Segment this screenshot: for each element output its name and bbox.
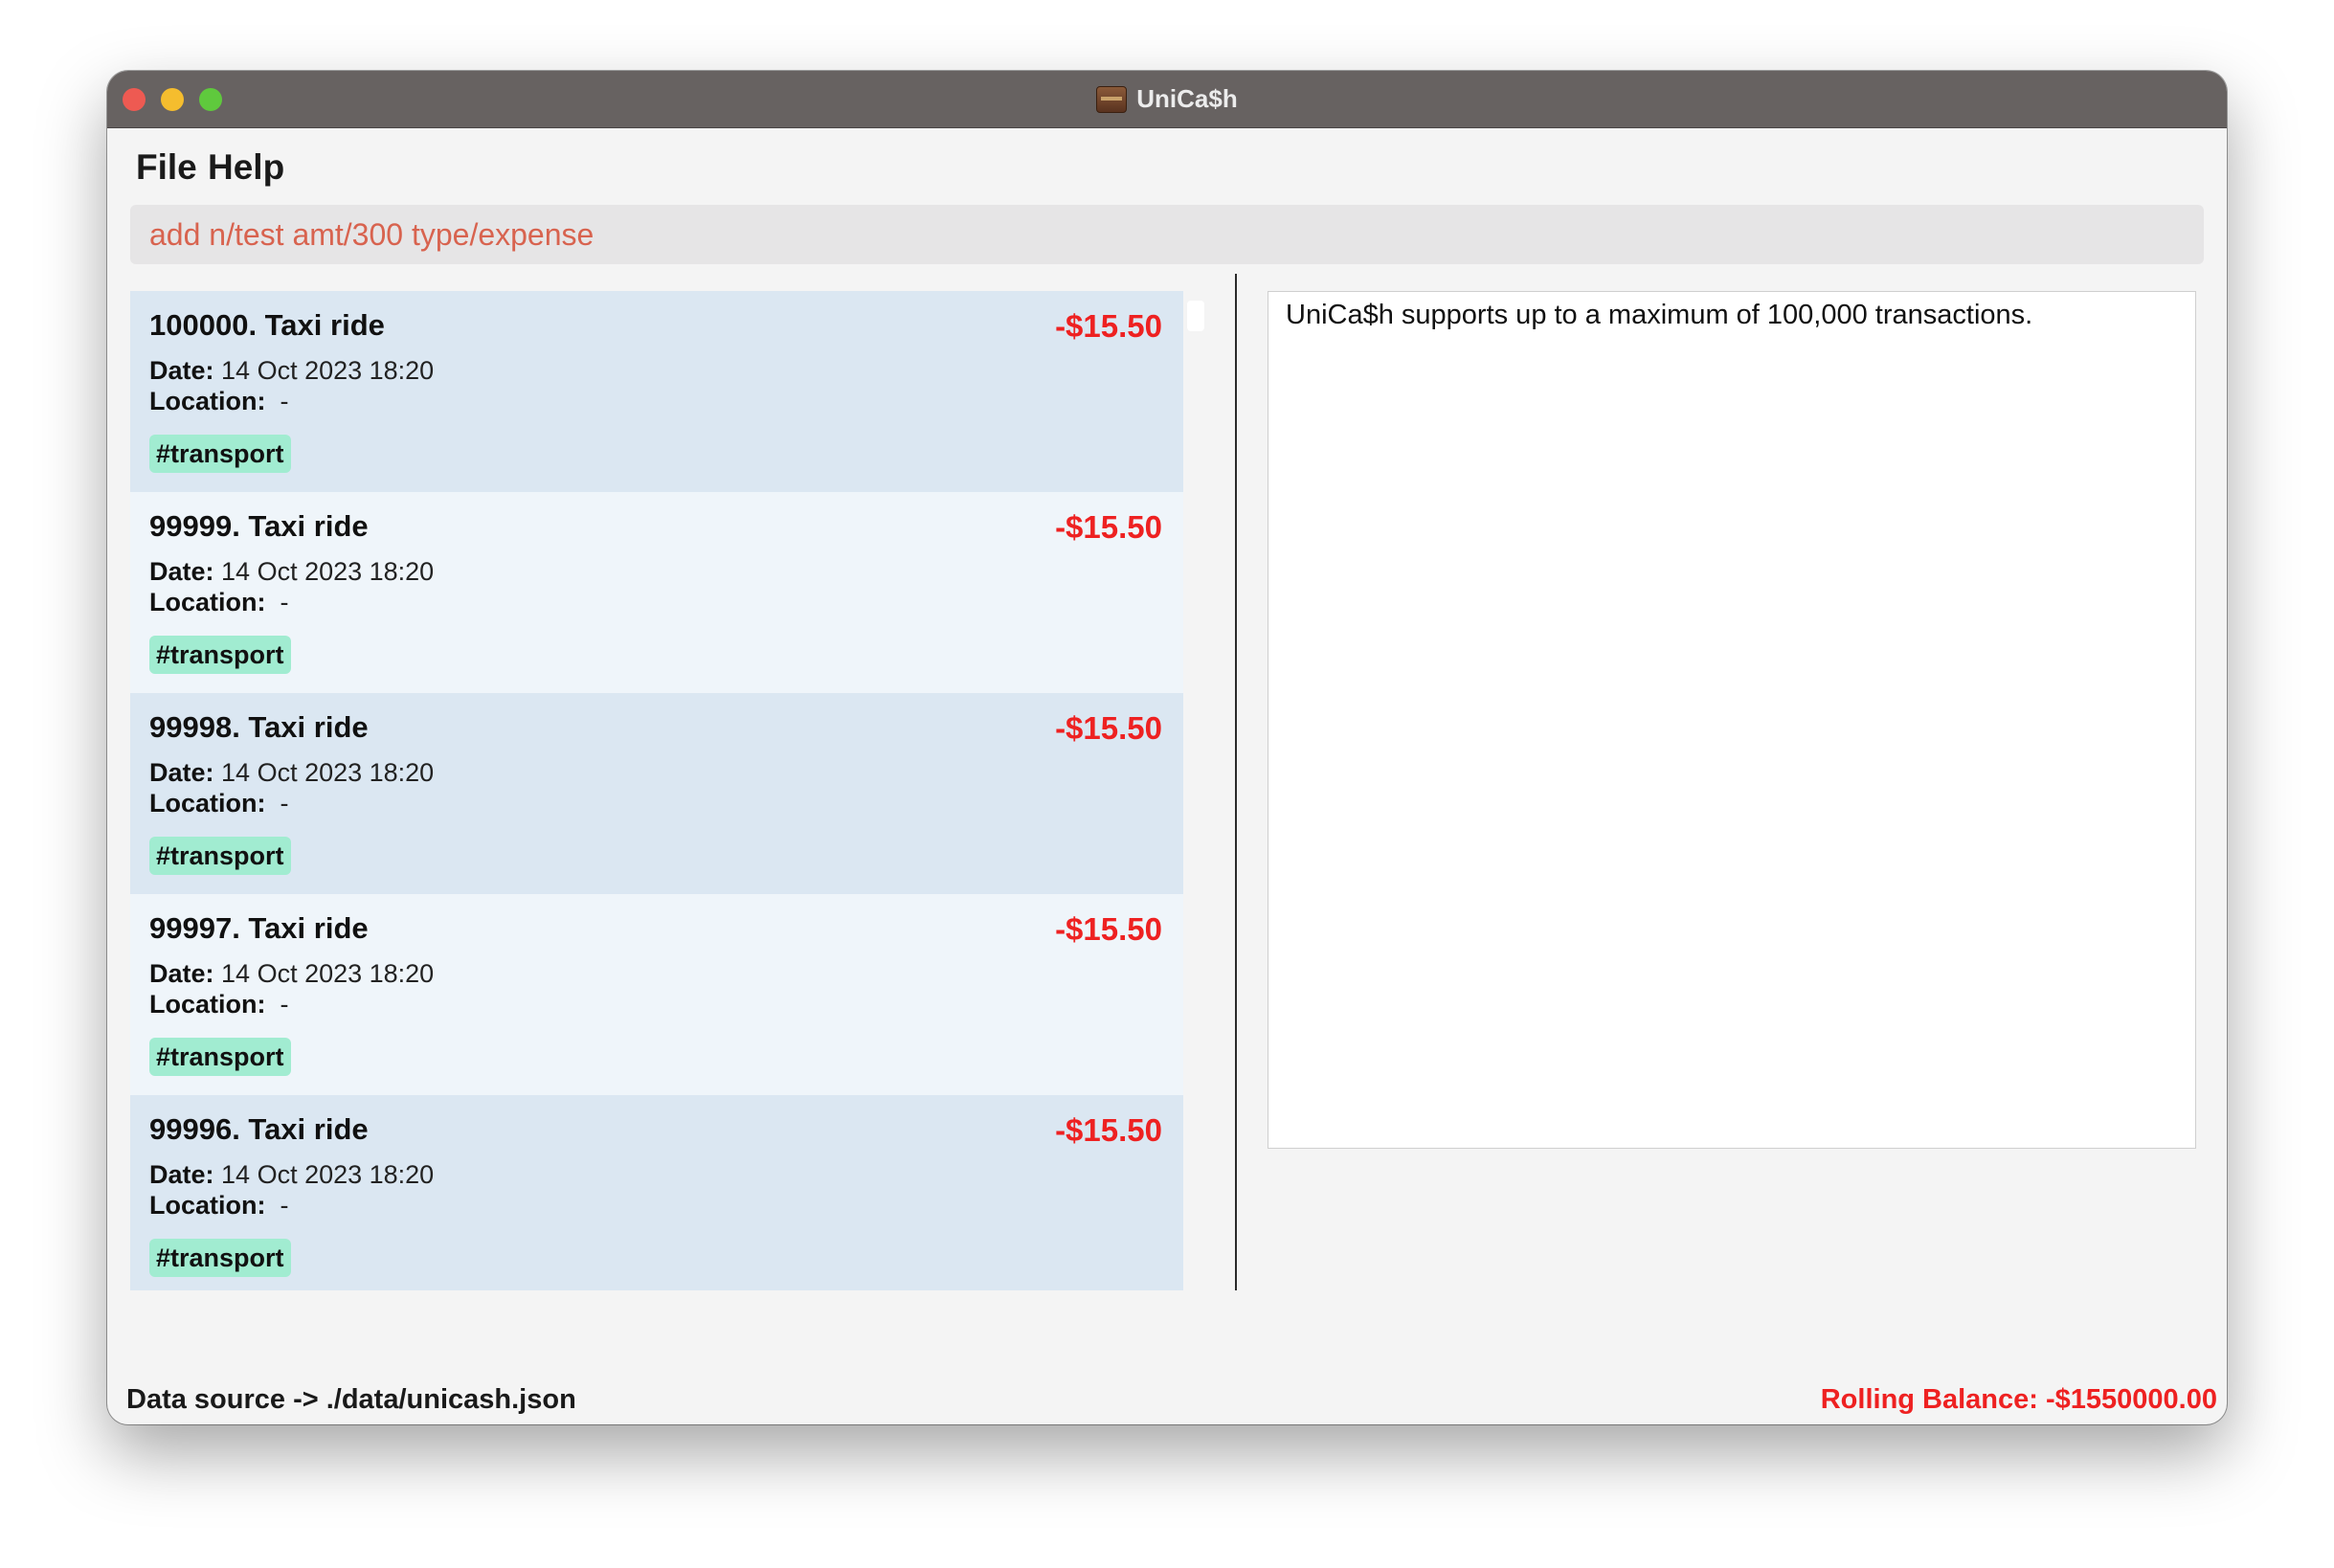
date-label: Date: bbox=[149, 758, 214, 787]
date-value: 14 Oct 2023 18:20 bbox=[221, 758, 435, 787]
transaction-title: 99996. Taxi ride bbox=[149, 1112, 369, 1146]
location-label: Location: bbox=[149, 588, 266, 616]
result-message: UniCa$h supports up to a maximum of 100,… bbox=[1286, 300, 2033, 330]
wallet-icon bbox=[1096, 85, 1128, 113]
transaction-card[interactable]: 99996. Taxi ride -$15.50 Date: 14 Oct 2023… bbox=[130, 1095, 1183, 1290]
transaction-amount: -$15.50 bbox=[1055, 1112, 1162, 1148]
command-input[interactable]: add n/test amt/300 type/expense bbox=[130, 205, 2204, 264]
transaction-card[interactable]: 99997. Taxi ride -$15.50 Date: 14 Oct 2023… bbox=[130, 894, 1183, 1095]
transaction-amount: -$15.50 bbox=[1055, 308, 1162, 344]
rolling-balance: Rolling Balance: -$1550000.00 bbox=[1820, 1384, 2217, 1415]
window-title-group: UniCa$h bbox=[107, 71, 2227, 127]
title-bar[interactable]: UniCa$h bbox=[107, 71, 2227, 128]
location-label: Location: bbox=[149, 387, 266, 415]
transaction-title: 99997. Taxi ride bbox=[149, 911, 369, 945]
location-value: - bbox=[280, 588, 289, 616]
result-display: UniCa$h supports up to a maximum of 100,… bbox=[1268, 291, 2196, 1149]
transaction-date: Date: 14 Oct 2023 18:20 bbox=[149, 959, 434, 989]
date-value: 14 Oct 2023 18:20 bbox=[221, 959, 435, 988]
menu-bar: File Help bbox=[107, 128, 2227, 205]
list-scrollbar[interactable] bbox=[1187, 301, 1204, 331]
location-value: - bbox=[280, 789, 289, 818]
transaction-date: Date: 14 Oct 2023 18:20 bbox=[149, 1160, 434, 1190]
category-tag: #transport bbox=[149, 837, 291, 875]
window-title: UniCa$h bbox=[1136, 84, 1238, 113]
transaction-card[interactable]: 99999. Taxi ride -$15.50 Date: 14 Oct 2023… bbox=[130, 492, 1183, 693]
category-tag: #transport bbox=[149, 1239, 291, 1277]
app-window: UniCa$h File Help add n/test amt/300 typ… bbox=[107, 71, 2227, 1424]
menu-help[interactable]: Help bbox=[208, 147, 284, 188]
transaction-title: 99998. Taxi ride bbox=[149, 710, 369, 744]
transaction-date: Date: 14 Oct 2023 18:20 bbox=[149, 356, 434, 386]
transaction-amount: -$15.50 bbox=[1055, 509, 1162, 545]
transaction-card[interactable]: 99998. Taxi ride -$15.50 Date: 14 Oct 2023… bbox=[130, 693, 1183, 894]
transaction-card[interactable]: 100000. Taxi ride -$15.50 Date: 14 Oct 202… bbox=[130, 291, 1183, 492]
category-tag: #transport bbox=[149, 636, 291, 674]
transaction-amount: -$15.50 bbox=[1055, 710, 1162, 746]
transaction-location: Location: - bbox=[149, 588, 289, 617]
transaction-location: Location: - bbox=[149, 1191, 289, 1221]
date-value: 14 Oct 2023 18:20 bbox=[221, 356, 435, 385]
location-label: Location: bbox=[149, 789, 266, 818]
transaction-location: Location: - bbox=[149, 789, 289, 818]
date-value: 14 Oct 2023 18:20 bbox=[221, 557, 435, 586]
transaction-date: Date: 14 Oct 2023 18:20 bbox=[149, 557, 434, 587]
date-label: Date: bbox=[149, 557, 214, 586]
menu-file[interactable]: File bbox=[136, 147, 197, 188]
transaction-date: Date: 14 Oct 2023 18:20 bbox=[149, 758, 434, 788]
transaction-title: 100000. Taxi ride bbox=[149, 308, 385, 342]
location-label: Location: bbox=[149, 990, 266, 1019]
transaction-location: Location: - bbox=[149, 387, 289, 416]
date-label: Date: bbox=[149, 1160, 214, 1189]
transaction-list[interactable]: 100000. Taxi ride -$15.50 Date: 14 Oct 202… bbox=[130, 291, 1183, 1290]
category-tag: #transport bbox=[149, 1038, 291, 1076]
transaction-location: Location: - bbox=[149, 990, 289, 1019]
location-value: - bbox=[280, 1191, 289, 1220]
date-label: Date: bbox=[149, 959, 214, 988]
status-bar: Data source -> ./data/unicash.json Rolli… bbox=[107, 1378, 2227, 1424]
date-label: Date: bbox=[149, 356, 214, 385]
date-value: 14 Oct 2023 18:20 bbox=[221, 1160, 435, 1189]
category-tag: #transport bbox=[149, 435, 291, 473]
transaction-title: 99999. Taxi ride bbox=[149, 509, 369, 543]
transaction-amount: -$15.50 bbox=[1055, 911, 1162, 947]
location-value: - bbox=[280, 387, 289, 415]
location-value: - bbox=[280, 990, 289, 1019]
data-source-path: Data source -> ./data/unicash.json bbox=[126, 1384, 576, 1415]
split-divider[interactable] bbox=[1235, 274, 1237, 1290]
location-label: Location: bbox=[149, 1191, 266, 1220]
